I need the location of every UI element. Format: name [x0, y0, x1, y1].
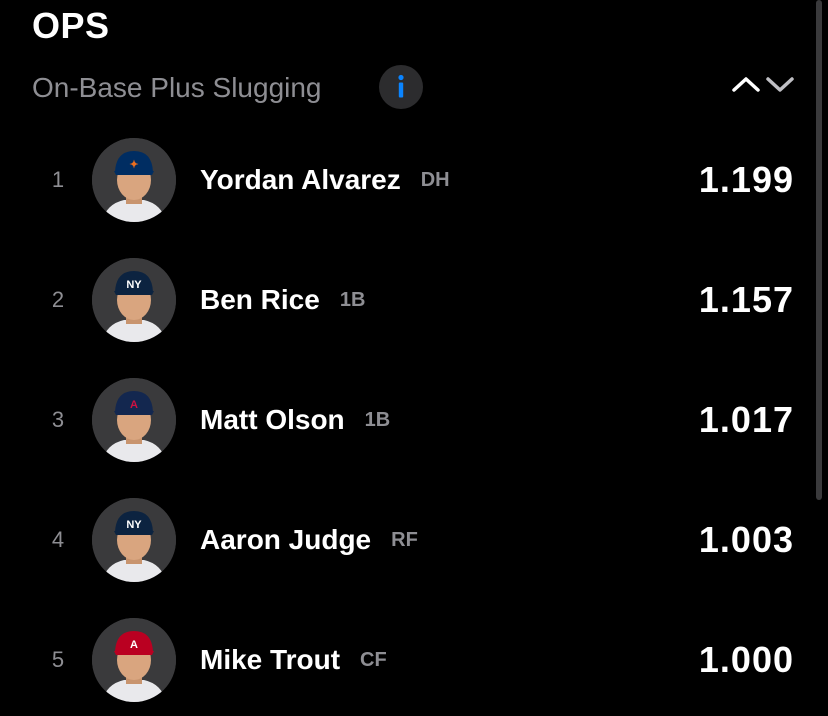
info-button[interactable] — [379, 65, 423, 109]
player-position: DH — [420, 168, 450, 191]
rank-number: 4 — [51, 527, 65, 552]
player-position: RF — [391, 528, 418, 551]
player-avatar: A — [92, 378, 176, 462]
ops-value: 1.017 — [698, 399, 794, 440]
svg-text:A: A — [130, 399, 138, 411]
chevron-up-down-icon — [732, 77, 794, 92]
stat-subtitle: On-Base Plus Slugging — [32, 72, 322, 103]
svg-text:✦: ✦ — [129, 159, 138, 171]
player-avatar: NY — [92, 258, 176, 342]
ops-value: 1.003 — [698, 519, 794, 560]
leader-row-5[interactable]: 5 A Mike Trout CF 1.000 — [0, 610, 810, 710]
sort-toggle-button[interactable] — [730, 72, 796, 96]
player-position: CF — [360, 648, 387, 671]
svg-text:A: A — [130, 639, 138, 651]
player-avatar: A — [92, 618, 176, 702]
rank-number: 3 — [51, 407, 65, 432]
leader-row-1[interactable]: 1 ✦ Yordan Alvarez DH 1.199 — [0, 130, 810, 230]
ops-value: 1.000 — [698, 639, 794, 680]
player-position: 1B — [339, 288, 366, 311]
rank-number: 2 — [51, 287, 65, 312]
leader-row-3[interactable]: 3 A Matt Olson 1B 1.017 — [0, 370, 810, 470]
stat-title: OPS — [32, 5, 110, 46]
player-avatar: NY — [92, 498, 176, 582]
player-name: Yordan Alvarez — [200, 164, 401, 195]
player-name: Ben Rice — [200, 284, 320, 315]
player-name: Aaron Judge — [200, 524, 372, 555]
player-name: Matt Olson — [200, 404, 345, 435]
player-info: Yordan Alvarez DH — [200, 130, 450, 230]
player-avatar: ✦ — [92, 138, 176, 222]
player-info: Aaron Judge RF — [200, 490, 418, 590]
player-info: Matt Olson 1B — [200, 370, 390, 470]
rank-number: 5 — [51, 647, 65, 672]
rank-number: 1 — [51, 167, 65, 192]
player-position: 1B — [364, 408, 391, 431]
player-info: Ben Rice 1B — [200, 250, 365, 350]
player-name: Mike Trout — [200, 644, 341, 675]
leader-row-4[interactable]: 4 NY Aaron Judge RF 1.003 — [0, 490, 810, 590]
leader-row-2[interactable]: 2 NY Ben Rice 1B 1.157 — [0, 250, 810, 350]
ops-value: 1.157 — [698, 279, 794, 320]
scrollbar[interactable] — [816, 0, 822, 500]
svg-text:NY: NY — [126, 519, 142, 531]
info-icon — [398, 74, 404, 98]
player-info: Mike Trout CF — [200, 610, 387, 710]
svg-text:NY: NY — [126, 279, 142, 291]
ops-value: 1.199 — [698, 159, 794, 200]
